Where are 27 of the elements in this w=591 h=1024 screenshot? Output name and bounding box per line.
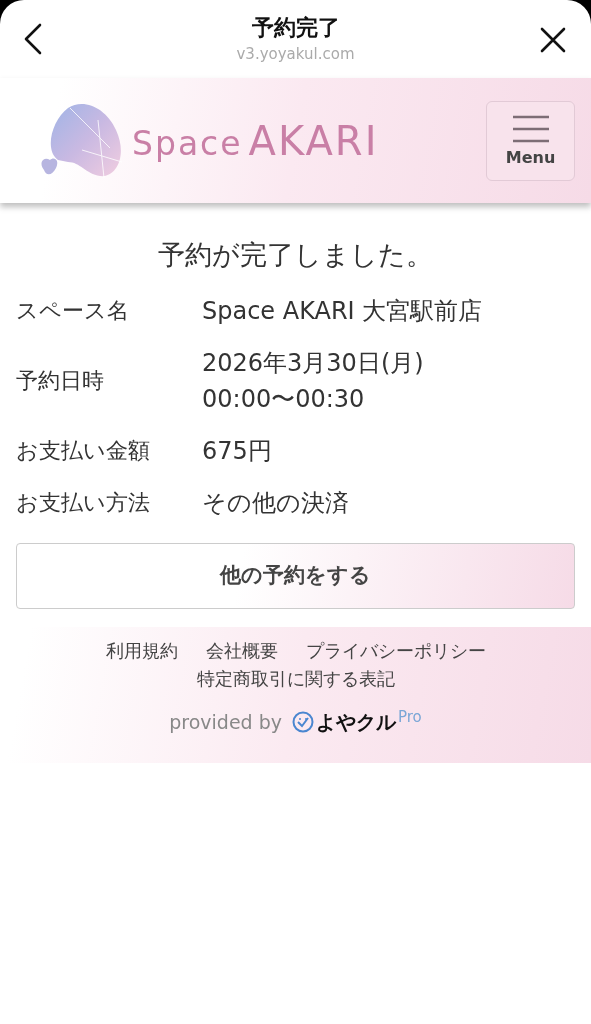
close-icon [540,27,566,53]
close-button[interactable] [539,26,567,54]
footer-link[interactable]: プライバシーポリシー [305,637,486,665]
detail-value: 675円 [202,436,272,467]
completion-heading: 予約が完了しました。 [157,238,434,272]
detail-label: 予約日時 [16,367,105,395]
brand-suffix: Pro [398,706,422,728]
smiley-check-icon [292,711,314,733]
back-icon [23,23,43,55]
brand-name: よやクル [316,709,396,736]
other-booking-button[interactable]: 他の予約をする [16,543,575,609]
footer-link[interactable]: 会社概要 [205,637,278,665]
detail-value: 2026年3月30日(月) [202,348,424,379]
footer-link[interactable]: 特定商取引に関する表記 [196,665,395,693]
detail-value: その他の決済 [202,488,349,519]
detail-label: お支払い金額 [16,437,151,465]
detail-value: Space AKARI 大宮駅前店 [202,296,483,327]
provided-by-text: provided by [169,709,282,735]
page-url: v3.yoyakul.com [236,44,355,64]
logo-text: Space AKARI [132,116,379,166]
menu-button[interactable]: Menu [486,100,575,181]
menu-icon [511,114,550,143]
detail-label: お支払い方法 [16,489,151,517]
detail-label: スペース名 [16,297,130,325]
footer-link[interactable]: 利用規約 [105,637,178,665]
sheet-title: 予約完了 [251,14,340,42]
detail-value: 00:00〜00:30 [202,384,366,415]
